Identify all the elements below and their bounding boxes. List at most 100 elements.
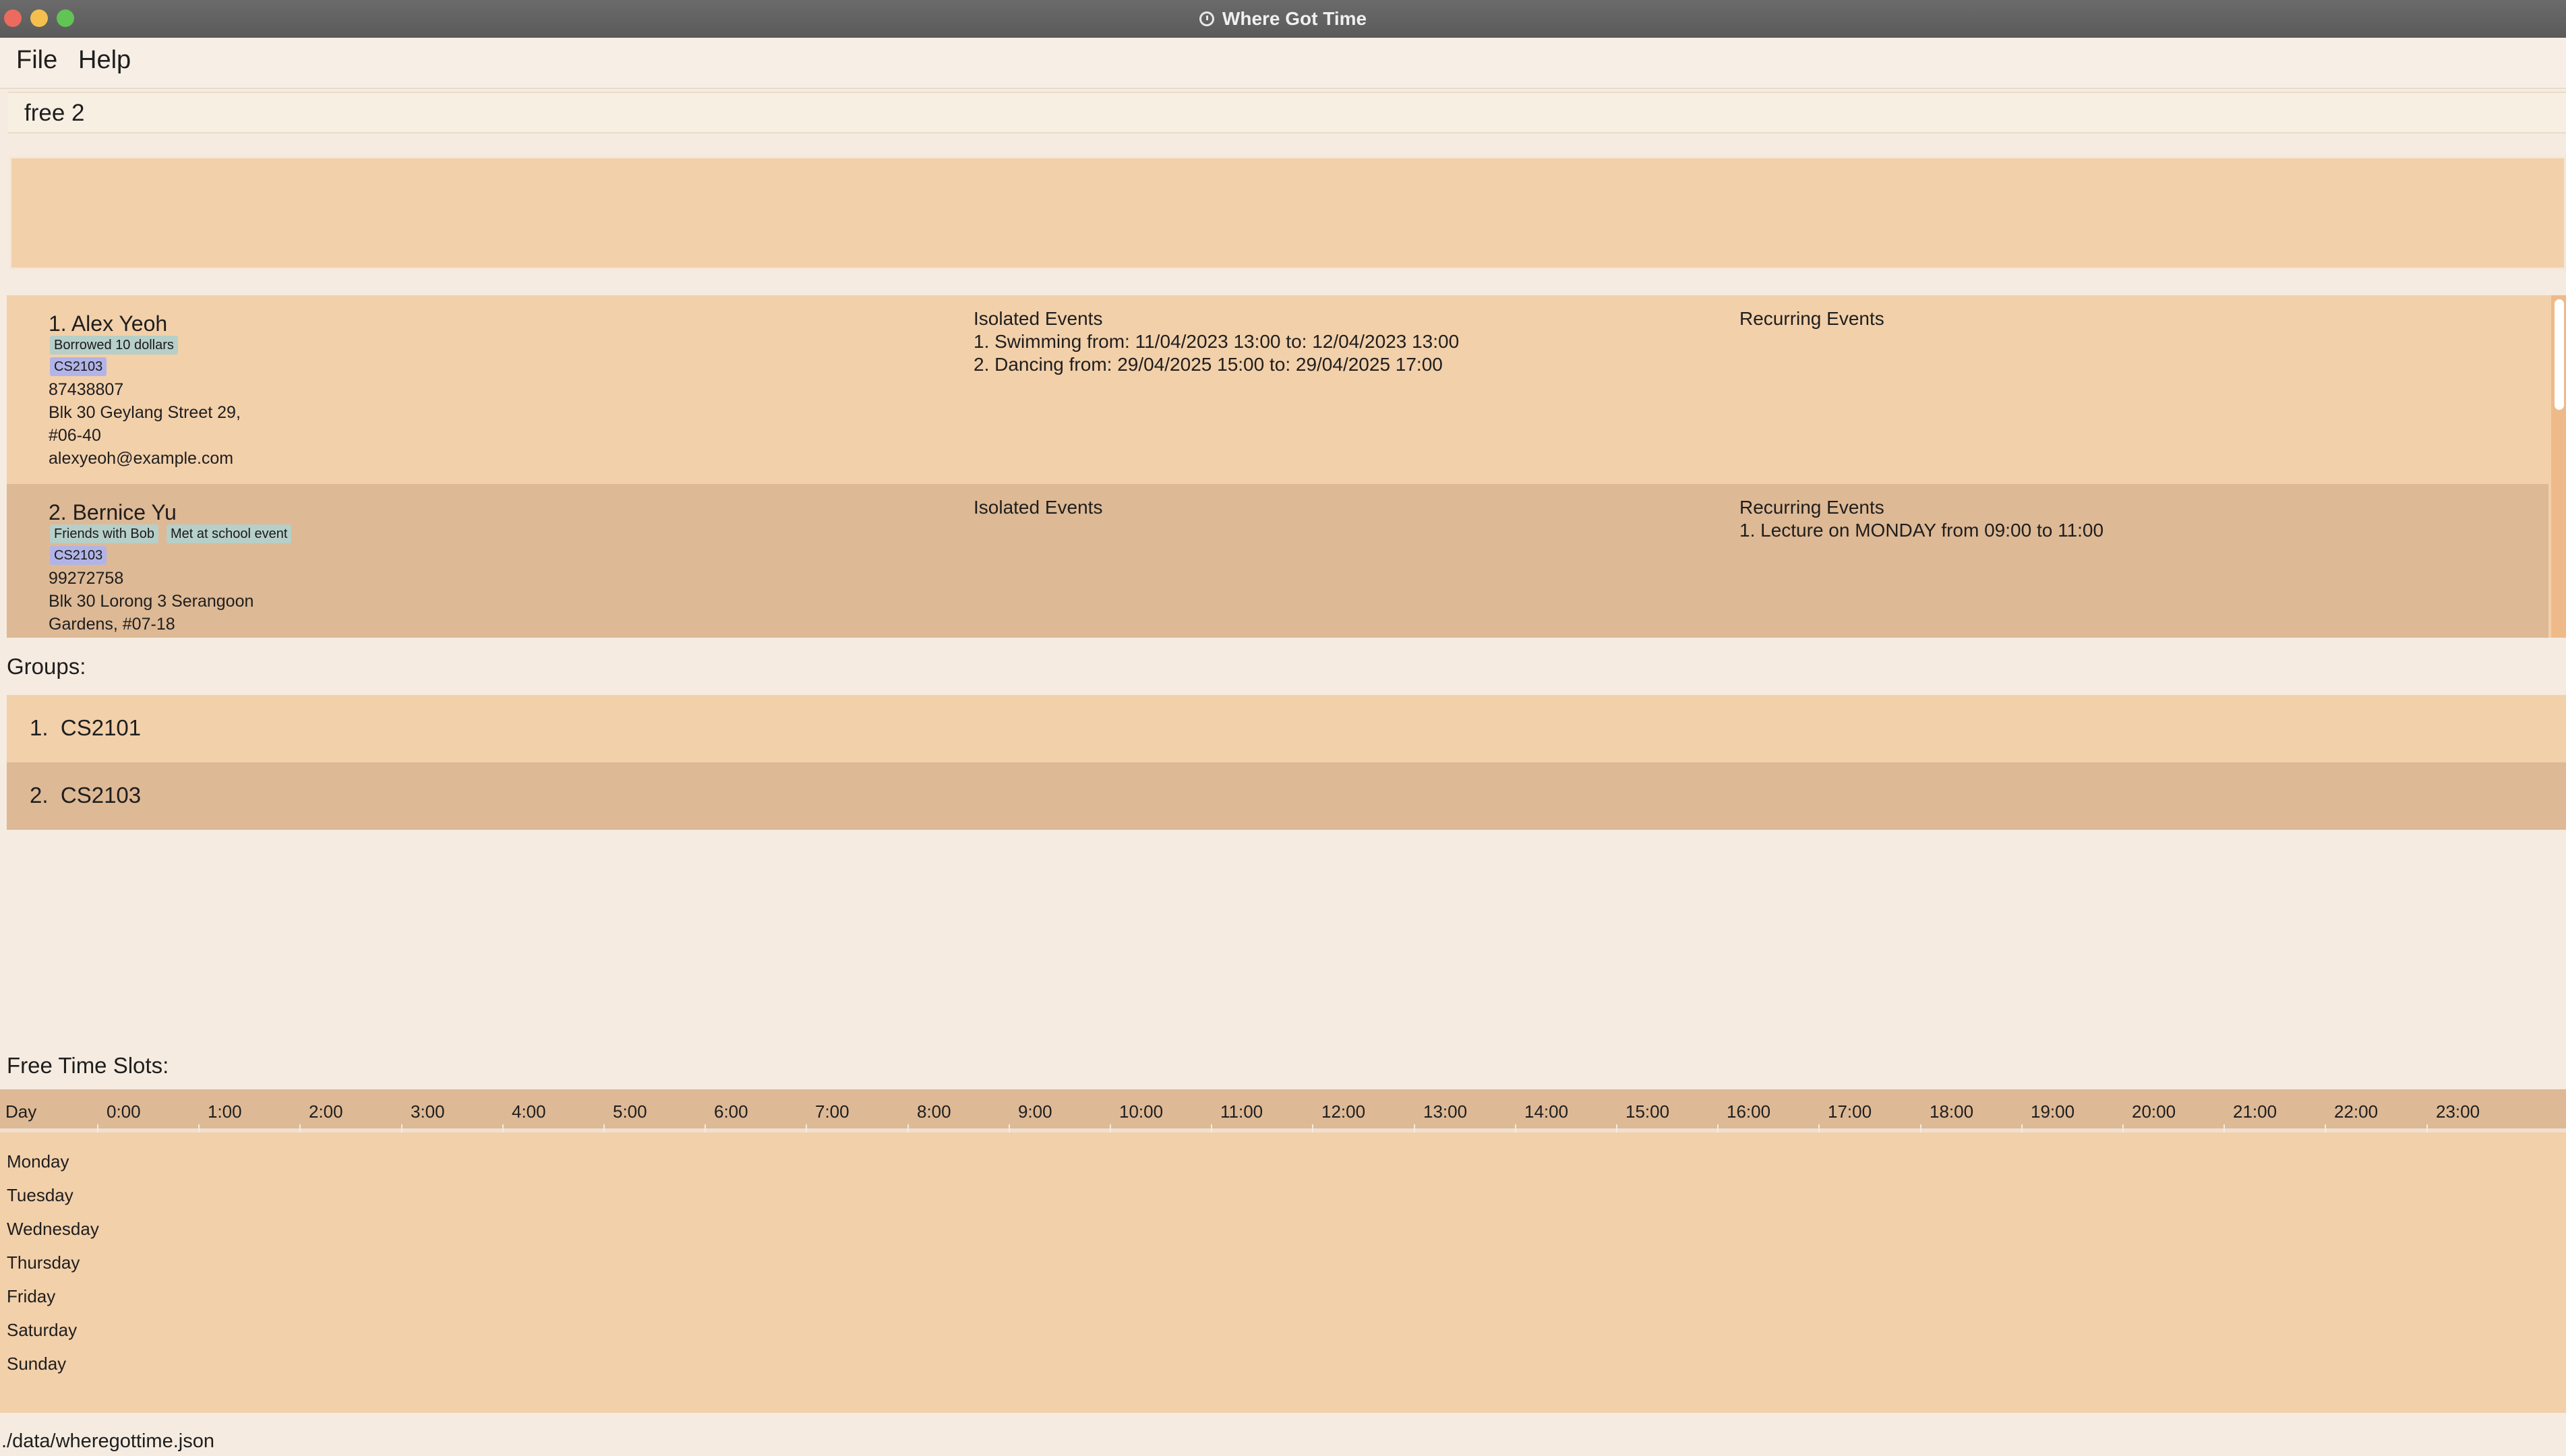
group-tag-badge: CS2103 bbox=[50, 357, 107, 376]
person-address-line2: Gardens, #07-18 bbox=[49, 615, 175, 634]
person-name: 1. Alex Yeoh bbox=[49, 311, 168, 336]
hour-column-header: 22:00 bbox=[2334, 1101, 2379, 1122]
group-name: CS2101 bbox=[60, 715, 142, 740]
recurring-events-header: Recurring Events bbox=[1739, 497, 1884, 518]
group-index: 1. bbox=[30, 715, 49, 740]
menu-bar: File Help bbox=[0, 38, 2566, 89]
day-row-label: Sunday bbox=[7, 1354, 67, 1374]
title-bar: Where Got Time bbox=[0, 0, 2566, 38]
hour-column-header: 5:00 bbox=[613, 1101, 647, 1122]
tag-row: Friends with Bob Met at school event bbox=[50, 524, 292, 543]
tag-badge: Borrowed 10 dollars bbox=[50, 336, 178, 355]
hour-column-header: 17:00 bbox=[1828, 1101, 1872, 1122]
hour-column-header: 18:00 bbox=[1930, 1101, 1974, 1122]
clock-icon bbox=[1199, 11, 1214, 26]
hour-column-header: 21:00 bbox=[2233, 1101, 2277, 1122]
recurring-events-column: Recurring Events 1. Lecture on MONDAY fr… bbox=[1739, 496, 2103, 542]
app-window: Where Got Time File Help free 2 1. Alex … bbox=[0, 0, 2566, 1456]
column-separator bbox=[299, 1124, 301, 1132]
person-name: 2. Bernice Yu bbox=[49, 500, 177, 524]
isolated-events-header: Isolated Events bbox=[974, 308, 1103, 329]
header-divider bbox=[0, 1128, 2566, 1132]
hour-column-header: 15:00 bbox=[1625, 1101, 1670, 1122]
column-separator bbox=[2122, 1124, 2124, 1132]
column-separator bbox=[401, 1124, 402, 1132]
tag-badge: Friends with Bob bbox=[50, 524, 158, 543]
recurring-events-column: Recurring Events bbox=[1739, 307, 1884, 330]
hour-column-header: 23:00 bbox=[2436, 1101, 2480, 1122]
column-separator bbox=[1110, 1124, 1111, 1132]
day-row-label: Tuesday bbox=[7, 1185, 73, 1205]
day-row-label: Saturday bbox=[7, 1320, 78, 1340]
groups-label: Groups: bbox=[7, 654, 86, 679]
person-address-line2: #06-40 bbox=[49, 426, 101, 445]
person-address-line1: Blk 30 Geylang Street 29, bbox=[49, 403, 241, 422]
person-address-line1: Blk 30 Lorong 3 Serangoon bbox=[49, 592, 254, 611]
person-phone: 87438807 bbox=[49, 380, 124, 399]
column-separator bbox=[907, 1124, 909, 1132]
hour-column-header: 9:00 bbox=[1018, 1101, 1052, 1122]
column-separator bbox=[2426, 1124, 2428, 1132]
column-separator bbox=[2224, 1124, 2225, 1132]
menu-help[interactable]: Help bbox=[78, 46, 131, 75]
hour-column-header: 16:00 bbox=[1727, 1101, 1771, 1122]
group-tag-row: CS2103 bbox=[50, 357, 107, 376]
person-email: alexyeoh@example.com bbox=[49, 449, 234, 468]
group-list-item[interactable]: 1. CS2101 bbox=[7, 695, 2566, 762]
group-list-item[interactable]: 2. CS2103 bbox=[7, 762, 2566, 830]
menu-file[interactable]: File bbox=[16, 46, 57, 75]
group-tag-badge: CS2103 bbox=[50, 546, 107, 565]
column-separator bbox=[705, 1124, 706, 1132]
column-separator bbox=[603, 1124, 605, 1132]
person-list-scroll-thumb[interactable] bbox=[2555, 299, 2564, 410]
group-name: CS2103 bbox=[60, 783, 142, 808]
free-time-slots-label: Free Time Slots: bbox=[7, 1053, 169, 1078]
zoom-window-button[interactable] bbox=[57, 9, 74, 27]
isolated-event-item: 1. Swimming from: 11/04/2023 13:00 to: 1… bbox=[974, 331, 1460, 352]
person-list: 1. Alex Yeoh Borrowed 10 dollars CS2103 … bbox=[7, 295, 2566, 638]
day-row-label: Thursday bbox=[7, 1252, 80, 1273]
column-separator bbox=[1211, 1124, 1212, 1132]
column-separator bbox=[1717, 1124, 1719, 1132]
free-time-slots-header: Day 0:00 1:00 2:00 3:00 4:00 5:00 6:00 7:00 8:00… bbox=[0, 1089, 2566, 1132]
isolated-events-header: Isolated Events bbox=[974, 497, 1103, 518]
hour-column-header: 7:00 bbox=[815, 1101, 849, 1122]
hour-column-header: 14:00 bbox=[1524, 1101, 1569, 1122]
person-card[interactable]: 1. Alex Yeoh Borrowed 10 dollars CS2103 … bbox=[7, 295, 2548, 484]
group-index: 2. bbox=[30, 783, 49, 808]
hour-column-header: 13:00 bbox=[1423, 1101, 1468, 1122]
data-file-path: ./data/wheregottime.json bbox=[1, 1430, 214, 1452]
command-input-value: free 2 bbox=[24, 100, 85, 126]
command-input[interactable]: free 2 bbox=[8, 92, 2566, 133]
hour-column-header: 0:00 bbox=[107, 1101, 141, 1122]
column-separator bbox=[1616, 1124, 1617, 1132]
hour-column-header: 6:00 bbox=[714, 1101, 748, 1122]
column-separator bbox=[1818, 1124, 1820, 1132]
column-separator bbox=[1515, 1124, 1516, 1132]
minimize-window-button[interactable] bbox=[30, 9, 48, 27]
group-tag-row: CS2103 bbox=[50, 546, 107, 565]
column-separator bbox=[97, 1124, 98, 1132]
column-separator bbox=[806, 1124, 807, 1132]
recurring-events-header: Recurring Events bbox=[1739, 308, 1884, 329]
hour-column-header: 19:00 bbox=[2031, 1101, 2075, 1122]
column-separator bbox=[1414, 1124, 1415, 1132]
column-separator bbox=[1920, 1124, 1921, 1132]
hour-column-header: 20:00 bbox=[2132, 1101, 2176, 1122]
hour-column-header: 11:00 bbox=[1220, 1101, 1263, 1122]
day-row-label: Friday bbox=[7, 1286, 56, 1306]
hour-column-header: 8:00 bbox=[917, 1101, 951, 1122]
isolated-events-column: Isolated Events bbox=[974, 496, 1102, 519]
isolated-event-item: 2. Dancing from: 29/04/2025 15:00 to: 29… bbox=[974, 354, 1443, 375]
close-window-button[interactable] bbox=[4, 9, 22, 27]
column-separator bbox=[2021, 1124, 2023, 1132]
hour-column-header: 1:00 bbox=[208, 1101, 242, 1122]
recurring-event-item: 1. Lecture on MONDAY from 09:00 to 11:00 bbox=[1739, 520, 2104, 541]
column-separator bbox=[502, 1124, 504, 1132]
day-column-header: Day bbox=[5, 1101, 37, 1122]
person-card[interactable]: 2. Bernice Yu Friends with Bob Met at sc… bbox=[7, 484, 2548, 638]
tag-badge: Met at school event bbox=[166, 524, 292, 543]
day-row-label: Monday bbox=[7, 1151, 69, 1172]
hour-column-header: 4:00 bbox=[512, 1101, 546, 1122]
column-separator bbox=[2325, 1124, 2326, 1132]
